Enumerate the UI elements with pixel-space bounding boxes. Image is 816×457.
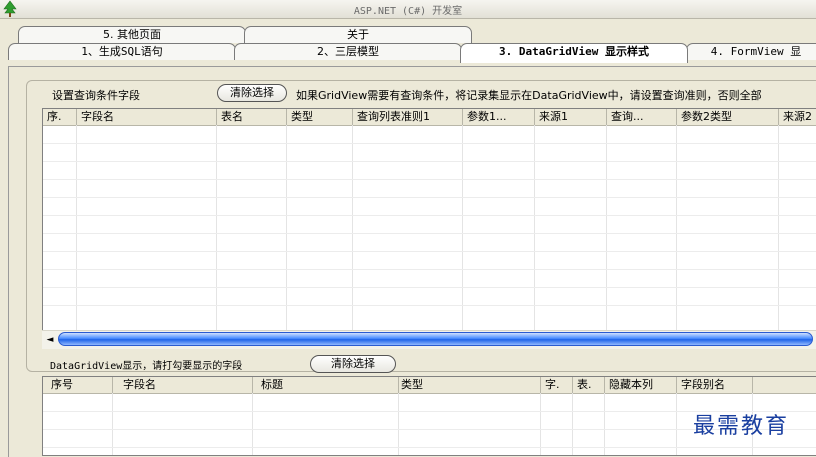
query-section-label: 设置查询条件字段 [52,89,140,102]
grid-line [43,197,816,198]
display-col-hide-column[interactable]: 隐藏本列 [605,377,677,393]
query-col-param1[interactable]: 参数1... [463,109,535,125]
grid-line [43,233,816,234]
query-col-source2[interactable]: 来源2 [779,109,816,125]
grid-line [43,305,816,306]
grid-line [398,393,399,455]
grid-line [43,215,816,216]
grid-line [216,125,217,331]
tab-three-tier[interactable]: 2、三层模型 [234,43,462,60]
grid-line [778,125,779,331]
grid-line [286,125,287,331]
grid-line [572,393,573,455]
grid-line [43,143,816,144]
tab-generate-sql-label: 1、生成SQL语句 [81,45,163,58]
grid-line [606,125,607,331]
query-grid-horizontal-scrollbar[interactable]: ◄ [42,330,816,349]
grid-line [43,179,816,180]
grid-line [352,125,353,331]
grid-line [540,393,541,455]
query-col-param2-type[interactable]: 参数2类型 [677,109,779,125]
display-col-table-short[interactable]: 表. [573,377,605,393]
grid-line [462,125,463,331]
tab-datagridview-style-label: 3. DataGridView 显示样式 [499,45,649,58]
watermark-text: 最需教育 [693,414,790,439]
query-col-source1[interactable]: 来源1 [535,109,607,125]
query-col-type[interactable]: 类型 [287,109,353,125]
tab-formview-label: 4. FormView 显 [710,45,802,58]
grid-line [43,287,816,288]
tab-generate-sql[interactable]: 1、生成SQL语句 [8,43,236,60]
display-col-caption[interactable]: 标题 [253,377,399,393]
display-col-field-name[interactable]: 字段名 [113,377,253,393]
grid-line [604,393,605,455]
grid-line [676,125,677,331]
tab-formview[interactable]: 4. FormView 显 [686,43,816,60]
window-title: ASP.NET (C#) 开发室 [353,6,463,17]
query-clear-button[interactable]: 清除选择 [217,84,287,102]
grid-line [43,251,816,252]
grid-line [676,393,677,455]
display-col-type[interactable]: 类型 [399,377,541,393]
tab-datagridview-style[interactable]: 3. DataGridView 显示样式 [460,43,688,63]
query-hint-text: 如果GridView需要有查询条件，将记录集显示在DataGridView中，请… [296,89,762,102]
grid-line [252,393,253,455]
query-col-criteria1[interactable]: 查询列表准则1 [353,109,463,125]
query-col-field-name[interactable]: 字段名 [77,109,217,125]
tab-other-pages-label: 5. 其他页面 [103,28,161,41]
query-grid[interactable]: 序. 字段名 表名 类型 查询列表准则1 参数1... 来源1 查询... 参数… [42,108,816,332]
scrollbar-thumb[interactable] [58,332,813,346]
tab-other-pages[interactable]: 5. 其他页面 [18,26,246,43]
display-col-field-alias[interactable]: 字段别名 [677,377,753,393]
display-clear-button[interactable]: 清除选择 [310,355,396,373]
grid-line [43,447,816,448]
display-section-label: DataGridView显示，请打勾要显示的字段 [50,361,243,372]
query-col-table-name[interactable]: 表名 [217,109,287,125]
grid-line [76,125,77,331]
display-col-seq[interactable]: 序号 [43,377,113,393]
tab-about-label: 关于 [347,28,369,41]
tab-about[interactable]: 关于 [244,26,472,43]
tab-three-tier-label: 2、三层模型 [317,45,379,58]
grid-line [534,125,535,331]
query-col-query[interactable]: 查询... [607,109,677,125]
query-col-seq[interactable]: 序. [43,109,77,125]
display-col-field-short[interactable]: 字. [541,377,573,393]
grid-line [43,269,816,270]
title-bar: ASP.NET (C#) 开发室 [0,0,816,19]
grid-line [112,393,113,455]
grid-line [43,161,816,162]
scroll-left-arrow-icon[interactable]: ◄ [42,333,58,347]
